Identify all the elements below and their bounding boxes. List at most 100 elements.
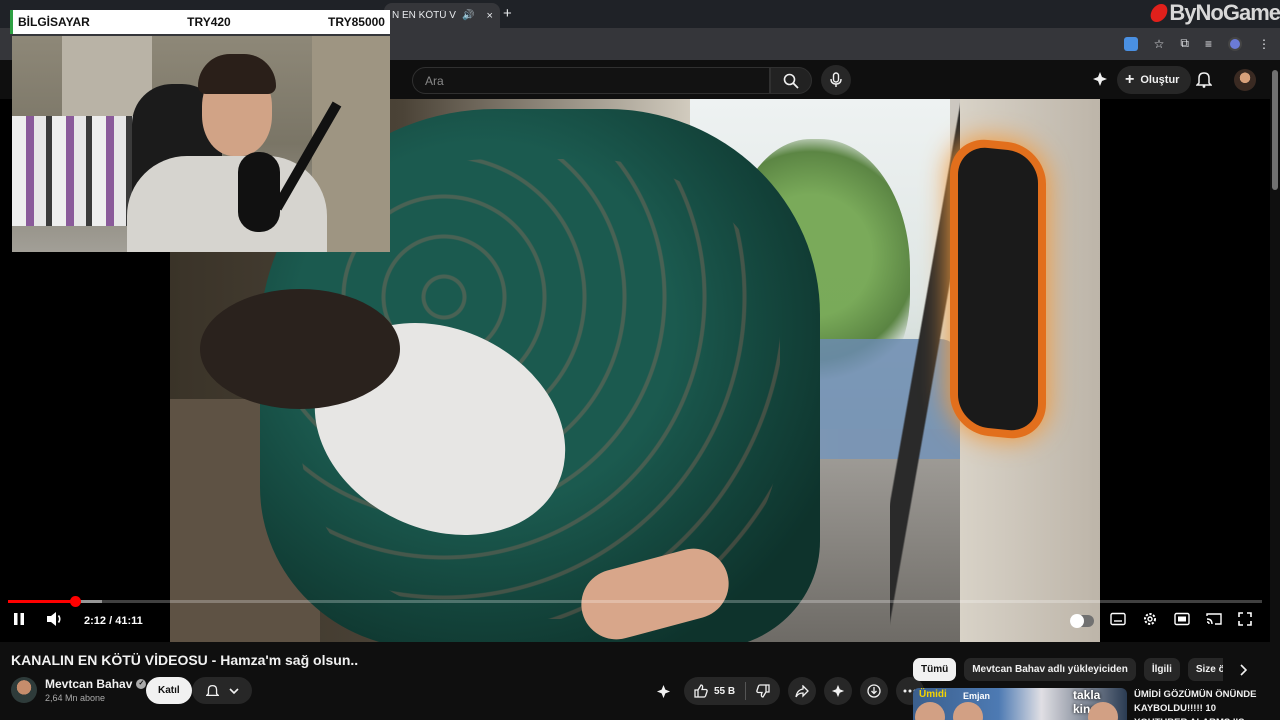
played-bar: [8, 600, 75, 603]
microphone-icon: [830, 72, 842, 87]
close-tab-icon[interactable]: ×: [486, 10, 492, 22]
stats-value-2: TRY85000: [328, 15, 385, 29]
subtitles-icon: [1110, 612, 1126, 625]
watermark-text: ByNoGame: [1169, 0, 1280, 25]
page-scrollbar-thumb[interactable]: [1272, 70, 1278, 190]
browser-tab[interactable]: N EN KÖTÜ VİDEOS 🔊 ×: [384, 3, 500, 28]
create-label: Oluştur: [1140, 74, 1180, 86]
ai-star-icon: [832, 684, 845, 698]
search-button[interactable]: [770, 67, 812, 94]
thumb-text-2: Emjan: [963, 691, 991, 701]
subtitles-button[interactable]: [1110, 612, 1126, 631]
screen: N EN KÖTÜ VİDEOS 🔊 × + ByNoGame ☆ ⧉ ≡ ⋮: [0, 0, 1280, 720]
gear-icon: [1144, 612, 1156, 625]
stats-value-1: TRY420: [187, 15, 231, 29]
like-dislike-pill: 55 B: [684, 677, 781, 705]
thumb-text-1: Ümidi: [919, 689, 947, 700]
duration: 41:11: [115, 615, 143, 627]
right-controls: [1070, 611, 1252, 631]
download-button[interactable]: [860, 677, 889, 705]
like-button[interactable]: 55 B: [684, 677, 745, 705]
streamer-webcam: [12, 36, 390, 252]
miniplayer-icon: [1174, 612, 1190, 625]
watermark-drop-icon: [1148, 4, 1170, 22]
recommendation-chips: Tümü Mevtcan Bahav adlı yükleyiciden İlg…: [913, 658, 1223, 681]
sparkle-icon: [656, 684, 670, 698]
notifications-bell-icon[interactable]: [1195, 70, 1213, 93]
chevron-right-icon: [1240, 663, 1247, 676]
video-title: KANALIN EN KÖTÜ VİDEOSU - Hamza'm sağ ol…: [11, 652, 359, 668]
thumb-face-2: [953, 702, 983, 720]
tab-title: N EN KÖTÜ VİDEOS: [392, 10, 456, 21]
thumbs-up-icon: [694, 684, 708, 698]
new-tab-button[interactable]: +: [503, 5, 512, 22]
toolbar-icons: ☆ ⧉ ≡ ⋮: [1123, 36, 1270, 51]
left-controls: 2:12 / 41:11: [12, 611, 143, 631]
speaker-icon[interactable]: 🔊: [462, 10, 474, 21]
scrubber-knob[interactable]: [69, 596, 81, 607]
stream-stats-bar: BİLGİSAYAR TRY420 TRY85000: [10, 10, 390, 34]
voice-search-button[interactable]: [821, 65, 851, 95]
account-avatar[interactable]: [1234, 69, 1256, 91]
search-icon: [783, 73, 799, 89]
video-actions: 55 B: [650, 677, 925, 705]
profile-icon[interactable]: [1228, 36, 1242, 51]
recommendation-thumbnail[interactable]: Ümidi Emjan takla king: [913, 688, 1127, 720]
chip-for-you[interactable]: Size özel: [1187, 658, 1223, 681]
channel-name[interactable]: Mevtcan Bahav: [45, 677, 132, 691]
verified-check-icon: ✓: [136, 679, 147, 689]
video-scene-speaker: [958, 144, 1038, 434]
miniplayer-button[interactable]: [1174, 612, 1190, 631]
autoplay-toggle[interactable]: [1070, 614, 1094, 628]
search-input[interactable]: [413, 68, 769, 93]
bookmark-star-icon[interactable]: ☆: [1154, 37, 1165, 51]
watermark-logo: ByNoGame: [1148, 0, 1280, 26]
recommendation-title[interactable]: ÜMİDİ GÖZÜMÜN ÖNÜNDE KAYBOLDU!!!!! 10 YO…: [1134, 688, 1264, 720]
plus-icon: +: [1125, 71, 1135, 88]
extensions-puzzle-icon[interactable]: ⧉: [1180, 36, 1189, 51]
like-count: 55 B: [714, 685, 736, 697]
chevron-down-icon: [228, 687, 239, 694]
settings-button[interactable]: [1142, 611, 1158, 632]
create-button[interactable]: + Oluştur: [1117, 66, 1192, 94]
menu-dots-icon[interactable]: ⋮: [1258, 37, 1270, 51]
webcam-microphone: [238, 152, 280, 232]
chip-all[interactable]: Tümü: [913, 658, 957, 681]
pause-button[interactable]: [12, 612, 26, 631]
media-controls-icon[interactable]: ≡: [1205, 37, 1212, 51]
share-button[interactable]: [788, 677, 817, 705]
volume-button[interactable]: [46, 611, 64, 632]
bell-icon: [205, 684, 219, 697]
fullscreen-button[interactable]: [1238, 611, 1252, 631]
progress-bar[interactable]: [8, 596, 1262, 607]
subscriber-count: 2,64 Mn abone: [45, 693, 106, 703]
cast-button[interactable]: [1206, 612, 1222, 631]
pause-icon: [14, 612, 24, 625]
sparkle-create-icon[interactable]: [1092, 71, 1108, 92]
channel-avatar[interactable]: [11, 677, 37, 703]
chips-next-button[interactable]: [1232, 658, 1254, 681]
download-icon: [867, 684, 881, 698]
search-box[interactable]: [412, 67, 770, 94]
share-icon: [795, 684, 810, 698]
subscription-bell-button[interactable]: [192, 677, 252, 704]
stats-label: BİLGİSAYAR: [18, 15, 90, 29]
time-display: 2:12 / 41:11: [84, 615, 143, 627]
join-button[interactable]: Katıl: [146, 677, 192, 704]
fullscreen-icon: [1238, 611, 1252, 626]
chip-from-uploader[interactable]: Mevtcan Bahav adlı yükleyiciden: [964, 658, 1136, 681]
chip-related[interactable]: İlgili: [1143, 658, 1180, 681]
current-time: 2:12: [84, 615, 107, 627]
volume-icon: [47, 611, 61, 626]
extension-icon[interactable]: [1123, 36, 1138, 51]
thumbs-down-icon: [756, 684, 770, 698]
cast-icon: [1206, 612, 1222, 625]
time-separator: /: [106, 615, 116, 627]
thumb-face-1: [915, 702, 945, 720]
ai-sparkle-button[interactable]: [650, 677, 676, 705]
dislike-button[interactable]: [746, 677, 780, 705]
webcam-hair: [198, 54, 276, 94]
ask-ai-button[interactable]: [824, 677, 853, 705]
channel-name-row[interactable]: Mevtcan Bahav ✓: [45, 677, 147, 691]
video-scene-head: [200, 289, 400, 409]
